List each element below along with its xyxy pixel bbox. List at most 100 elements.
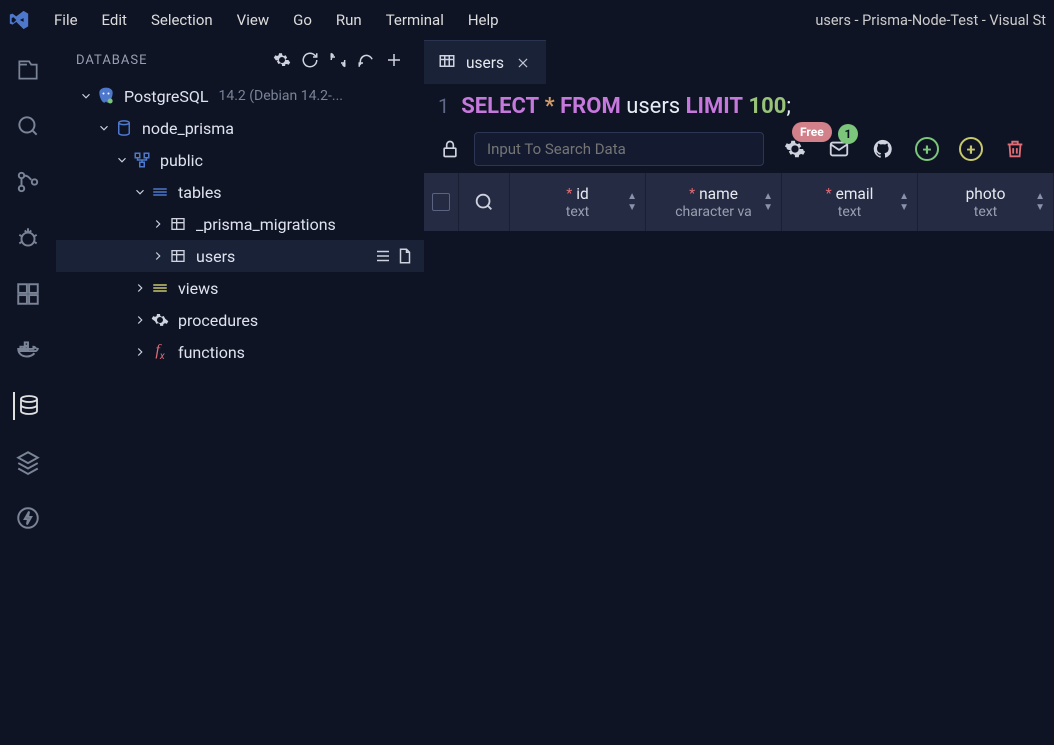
menu-run[interactable]: Run — [324, 7, 374, 33]
github-icon[interactable] — [870, 136, 896, 162]
menu-terminal[interactable]: Terminal — [374, 7, 456, 33]
sidebar-title: DATABASE — [76, 53, 268, 68]
inbox-icon[interactable]: 1 — [826, 136, 852, 162]
tables-group-icon — [150, 182, 170, 202]
tab-users[interactable]: users — [424, 40, 546, 84]
add-icon[interactable] — [380, 46, 408, 74]
lock-icon[interactable] — [438, 137, 462, 161]
add-column-icon[interactable]: + — [958, 136, 984, 162]
column-name-label: name — [699, 185, 738, 203]
tab-bar: users — [424, 40, 1054, 84]
procedures-group[interactable]: procedures — [56, 304, 424, 336]
chevron-right-icon — [132, 344, 148, 360]
table-icon — [438, 52, 456, 74]
vscode-logo-icon — [8, 9, 30, 31]
column-email[interactable]: *email text ▲▼ — [782, 173, 918, 231]
sort-icon[interactable]: ▲▼ — [627, 191, 637, 213]
postgres-icon — [96, 86, 116, 106]
schema-label: public — [160, 151, 203, 170]
inbox-badge: 1 — [838, 124, 858, 144]
settings-icon[interactable]: Free — [782, 136, 808, 162]
select-all-checkbox[interactable] — [424, 173, 459, 231]
chevron-down-icon — [114, 152, 130, 168]
column-id[interactable]: *id text ▲▼ — [510, 173, 646, 231]
menu-go[interactable]: Go — [281, 7, 324, 33]
extensions-icon[interactable] — [14, 280, 42, 308]
close-icon[interactable] — [514, 54, 532, 72]
functions-group[interactable]: fx functions — [56, 336, 424, 368]
database-tree: PostgreSQL 14.2 (Debian 14.2-... node_pr… — [56, 80, 424, 368]
views-group[interactable]: views — [56, 272, 424, 304]
tables-group[interactable]: tables — [56, 176, 424, 208]
window-title: users - Prisma-Node-Test - Visual St — [815, 12, 1046, 29]
table-icon — [168, 246, 188, 266]
sidebar-header: DATABASE — [56, 40, 424, 80]
sort-icon[interactable]: ▲▼ — [899, 191, 909, 213]
functions-icon: fx — [150, 342, 170, 362]
chevron-right-icon — [132, 280, 148, 296]
kw-limit-word: LIMIT — [686, 94, 743, 119]
menu-view[interactable]: View — [225, 7, 281, 33]
menu-selection[interactable]: Selection — [139, 7, 225, 33]
table-label: _prisma_migrations — [196, 215, 336, 234]
column-name-label: email — [836, 185, 874, 203]
docker-icon[interactable] — [14, 336, 42, 364]
source-control-icon[interactable] — [14, 168, 42, 196]
sort-icon[interactable]: ▲▼ — [763, 191, 773, 213]
connection-version: 14.2 (Debian 14.2-... — [218, 88, 343, 104]
query-table-name: users — [626, 94, 680, 119]
database-node[interactable]: node_prisma — [56, 112, 424, 144]
views-label: views — [178, 279, 218, 298]
column-photo[interactable]: photo text ▲▼ — [918, 173, 1054, 231]
column-type: text — [838, 204, 862, 220]
layers-icon[interactable] — [14, 448, 42, 476]
column-type: character va — [675, 204, 752, 220]
star: * — [545, 94, 560, 119]
database-icon[interactable] — [13, 392, 41, 420]
search-data-input[interactable] — [474, 132, 764, 166]
table-icon — [168, 214, 188, 234]
sql-query[interactable]: 1 SELECT * FROM users LIMIT 100; — [424, 84, 1054, 125]
list-icon[interactable] — [372, 245, 394, 267]
required-mark: * — [566, 186, 572, 202]
reload-icon[interactable] — [352, 46, 380, 74]
settings-icon[interactable] — [268, 46, 296, 74]
menu-edit[interactable]: Edit — [90, 7, 139, 33]
table-prisma-migrations[interactable]: _prisma_migrations — [56, 208, 424, 240]
chevron-right-icon — [132, 312, 148, 328]
add-row-icon[interactable]: + — [914, 136, 940, 162]
procedures-label: procedures — [178, 311, 258, 330]
chevron-down-icon — [78, 88, 94, 104]
functions-label: functions — [178, 343, 245, 362]
tab-label: users — [466, 54, 504, 72]
thunder-icon[interactable] — [14, 504, 42, 532]
explorer-icon[interactable] — [14, 56, 42, 84]
tables-group-label: tables — [178, 183, 222, 202]
column-name[interactable]: *name character va ▲▼ — [646, 173, 782, 231]
table-header: *id text ▲▼ *name character va ▲▼ *email… — [424, 173, 1054, 231]
column-name: id — [576, 185, 589, 203]
chevron-down-icon — [132, 184, 148, 200]
chevron-right-icon — [150, 248, 166, 264]
limit-number: 100 — [748, 94, 786, 119]
menu-help[interactable]: Help — [456, 7, 511, 33]
kw-from: FROM — [560, 94, 621, 119]
menu-file[interactable]: File — [42, 7, 90, 33]
column-type: text — [566, 204, 590, 220]
table-users[interactable]: users — [56, 240, 424, 272]
search-icon[interactable] — [14, 112, 42, 140]
data-toolbar: Free 1 + + — [424, 125, 1054, 173]
connection-node[interactable]: PostgreSQL 14.2 (Debian 14.2-... — [56, 80, 424, 112]
chevron-down-icon — [96, 120, 112, 136]
column-search-icon[interactable] — [459, 173, 510, 231]
refresh-icon[interactable] — [296, 46, 324, 74]
main-menu: File Edit Selection View Go Run Terminal… — [42, 7, 511, 33]
delete-icon[interactable] — [1002, 136, 1028, 162]
column-name-label: photo — [966, 185, 1006, 203]
database-small-icon — [114, 118, 134, 138]
refresh-alt-icon[interactable] — [324, 46, 352, 74]
schema-node[interactable]: public — [56, 144, 424, 176]
sort-icon[interactable]: ▲▼ — [1035, 191, 1045, 213]
new-file-icon[interactable] — [394, 245, 416, 267]
debug-icon[interactable] — [14, 224, 42, 252]
